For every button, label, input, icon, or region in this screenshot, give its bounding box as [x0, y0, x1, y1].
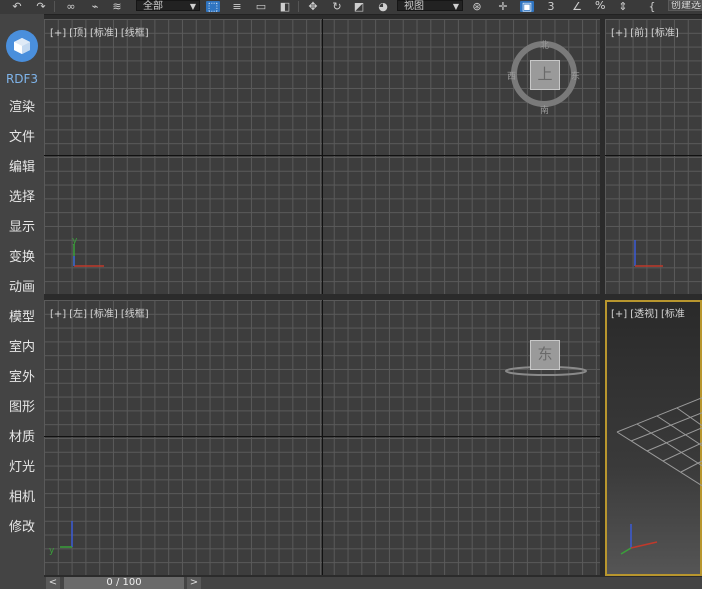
- select-object-icon[interactable]: ⬚: [206, 1, 220, 12]
- viewport-view-name[interactable]: [左]: [69, 309, 87, 320]
- viewport-top[interactable]: [+] [顶] [标准] [线框] 上 北 南 东 西 y: [44, 19, 600, 294]
- percent-snap-icon[interactable]: %: [595, 0, 605, 13]
- viewport-label[interactable]: [+] [顶] [标准] [线框]: [50, 24, 152, 39]
- select-manipulate-icon[interactable]: ✛: [496, 1, 510, 12]
- viewport-shading[interactable]: [标准: [661, 309, 685, 320]
- nav-modify[interactable]: 修改: [0, 513, 44, 543]
- grid-axis-horizontal: [605, 155, 702, 156]
- grid-axis-vertical: [322, 300, 323, 575]
- place-icon[interactable]: ◕: [376, 1, 390, 12]
- compass-east: 东: [571, 72, 581, 82]
- bind-spacewarp-icon[interactable]: ≋: [110, 1, 124, 12]
- select-by-name-icon[interactable]: ≡: [230, 1, 244, 12]
- rotate-icon[interactable]: ↻: [330, 1, 344, 12]
- svg-text:y: y: [49, 546, 55, 555]
- axis-tripod-icon: y: [72, 236, 104, 267]
- link-icon[interactable]: ∞: [64, 1, 78, 12]
- keyboard-shortcut-override-icon[interactable]: ▣: [520, 1, 534, 12]
- viewport-shading[interactable]: [标准]: [651, 28, 679, 39]
- nav-transform[interactable]: 变换: [0, 243, 44, 273]
- viewport-menu-plus[interactable]: [+]: [611, 309, 627, 320]
- nav-animation[interactable]: 动画: [0, 273, 44, 303]
- viewport-perspective[interactable]: [+] [透视] [标准: [605, 300, 702, 576]
- scale-icon[interactable]: ◩: [352, 1, 366, 12]
- viewport-menu-plus[interactable]: [+]: [611, 28, 627, 39]
- move-icon[interactable]: ✥: [306, 1, 320, 12]
- viewport-label[interactable]: [+] [左] [标准] [线框]: [50, 305, 152, 320]
- viewport-front[interactable]: [+] [前] [标准]: [605, 19, 702, 294]
- selection-filter-value: 全部: [143, 1, 163, 12]
- pivot-center-icon[interactable]: ⊛: [470, 1, 484, 12]
- cube-logo-icon: [14, 38, 30, 54]
- rectangle-selection-icon[interactable]: ▭: [254, 1, 268, 12]
- reference-coordinate-value: 视图: [404, 1, 424, 12]
- chevron-down-icon: ▼: [189, 2, 196, 11]
- viewport-menu-plus[interactable]: [+]: [50, 309, 66, 320]
- nav-material[interactable]: 材质: [0, 423, 44, 453]
- next-frame-button[interactable]: >: [187, 577, 201, 589]
- perspective-grid: [616, 397, 702, 487]
- viewport-label[interactable]: [+] [前] [标准]: [611, 24, 682, 39]
- redo-icon[interactable]: ↷: [34, 1, 48, 12]
- nav-interior[interactable]: 室内: [0, 333, 44, 363]
- main-toolbar: ↶ ↷ ∞ ⌁ ≋ 全部 ▼ ⬚ ≡ ▭ ◧ ✥ ↻ ◩ ◕ 视图 ▼ ⊛ ✛ …: [0, 0, 702, 15]
- nav-display[interactable]: 显示: [0, 213, 44, 243]
- time-slider[interactable]: 0 / 100: [64, 577, 184, 589]
- nav-model[interactable]: 模型: [0, 303, 44, 333]
- compass-west: 西: [507, 72, 517, 82]
- axis-tripod-icon: [620, 524, 658, 555]
- angle-snap-icon[interactable]: ∠: [570, 1, 584, 12]
- viewport-display-mode[interactable]: [线框]: [121, 28, 149, 39]
- viewport-menu-plus[interactable]: [+]: [50, 28, 66, 39]
- spinner-snap-icon[interactable]: ⇕: [616, 1, 630, 12]
- compass-north: 北: [540, 41, 550, 51]
- viewport-shading[interactable]: [标准]: [90, 309, 118, 320]
- viewport-shading[interactable]: [标准]: [90, 28, 118, 39]
- viewcube-front-face[interactable]: 东: [530, 340, 560, 370]
- viewport-view-name[interactable]: [顶]: [69, 28, 87, 39]
- svg-text:y: y: [72, 236, 78, 246]
- viewport-left[interactable]: [+] [左] [标准] [线框] 东 y: [44, 300, 600, 575]
- axis-tripod-icon: [634, 240, 663, 267]
- chevron-down-icon: ▼: [452, 2, 459, 11]
- snaps-toggle-icon[interactable]: 3: [544, 1, 558, 12]
- toolbar-divider: [298, 1, 299, 12]
- nav-select[interactable]: 选择: [0, 183, 44, 213]
- brand-label: RDF3: [5, 72, 39, 86]
- undo-icon[interactable]: ↶: [10, 1, 24, 12]
- nav-camera[interactable]: 相机: [0, 483, 44, 513]
- reference-coordinate-select[interactable]: 视图 ▼: [397, 0, 463, 12]
- window-crossing-icon[interactable]: ◧: [278, 1, 292, 12]
- nav-shapes[interactable]: 图形: [0, 393, 44, 423]
- nav-exterior[interactable]: 室外: [0, 363, 44, 393]
- nav-lights[interactable]: 灯光: [0, 453, 44, 483]
- left-sidebar: RDF3 渲染 文件 编辑 选择 显示 变换 动画 模型 室内 室外 图形 材质…: [0, 14, 44, 589]
- time-slider-bar: < 0 / 100 >: [44, 577, 702, 589]
- compass-south: 南: [540, 106, 550, 116]
- viewcube-top-face[interactable]: 上: [530, 60, 560, 90]
- grid-axis-vertical: [322, 19, 323, 294]
- app-logo[interactable]: [6, 30, 38, 62]
- nav-file[interactable]: 文件: [0, 123, 44, 153]
- create-selection-set-button[interactable]: 创建选: [668, 0, 702, 11]
- viewport-view-name[interactable]: [透视]: [630, 309, 658, 320]
- axis-tripod-icon: y: [49, 521, 73, 555]
- toolbar-divider: [54, 1, 55, 12]
- selection-filter-select[interactable]: 全部 ▼: [136, 0, 200, 12]
- nav-render[interactable]: 渲染: [0, 93, 44, 123]
- viewport-display-mode[interactable]: [线框]: [121, 309, 149, 320]
- viewport-label[interactable]: [+] [透视] [标准: [611, 305, 688, 320]
- unlink-icon[interactable]: ⌁: [88, 1, 102, 12]
- nav-edit[interactable]: 编辑: [0, 153, 44, 183]
- previous-frame-button[interactable]: <: [46, 577, 60, 589]
- viewport-view-name[interactable]: [前]: [630, 28, 648, 39]
- edit-named-selections-icon[interactable]: {: [645, 1, 659, 12]
